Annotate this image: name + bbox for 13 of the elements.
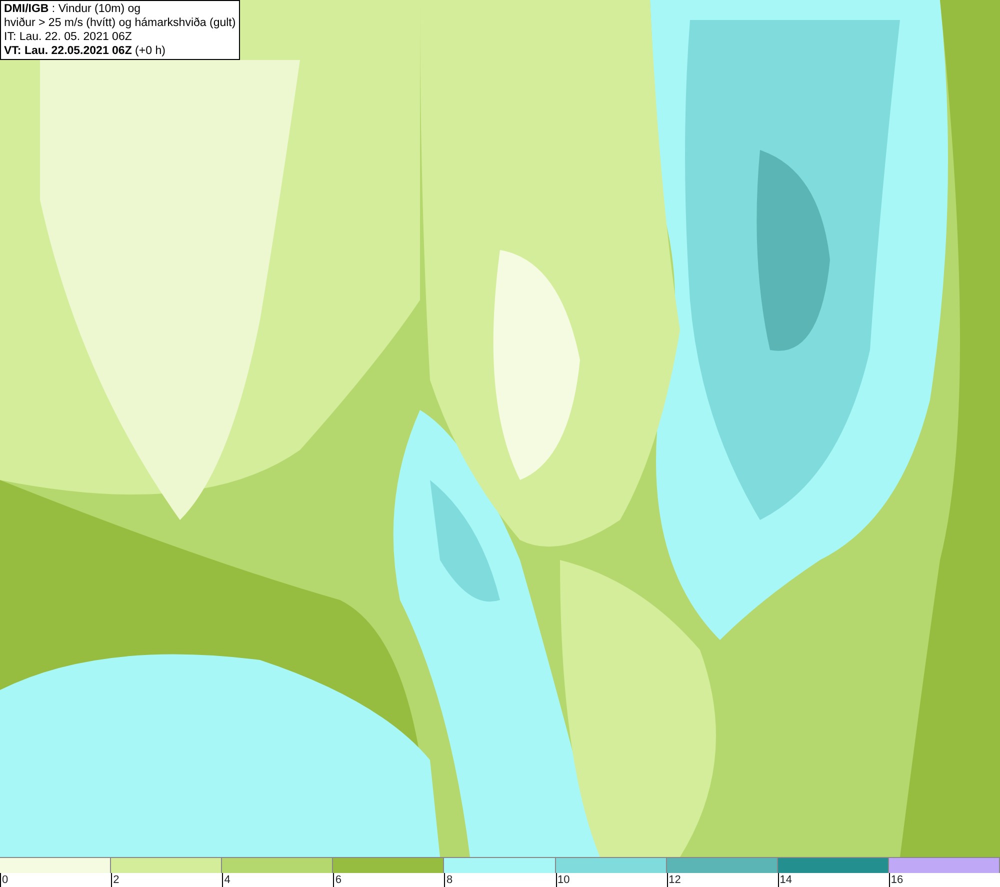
legend-label: 8 (444, 873, 556, 887)
legend-label: 0 (0, 873, 112, 887)
info-text: VT: Lau. 22.05.2021 06Z (+0 h) (4, 44, 166, 58)
info-text: DMI/IGB : Vindur (10m) og (4, 2, 142, 16)
legend-label: 6 (333, 873, 444, 887)
legend-label: 16 (888, 873, 1000, 887)
legend-label: 10 (556, 873, 667, 887)
legend-label: 4 (222, 873, 334, 887)
info-text: IT: Lau. 22. 05. 2021 06Z (4, 30, 133, 44)
legend-label: 14 (778, 873, 889, 887)
legend-label: 2 (111, 873, 222, 887)
legend-label: 12 (666, 873, 778, 887)
info-text: hviður > 25 m/s (hvítt) og hámarkshviða (gult) (4, 16, 236, 30)
